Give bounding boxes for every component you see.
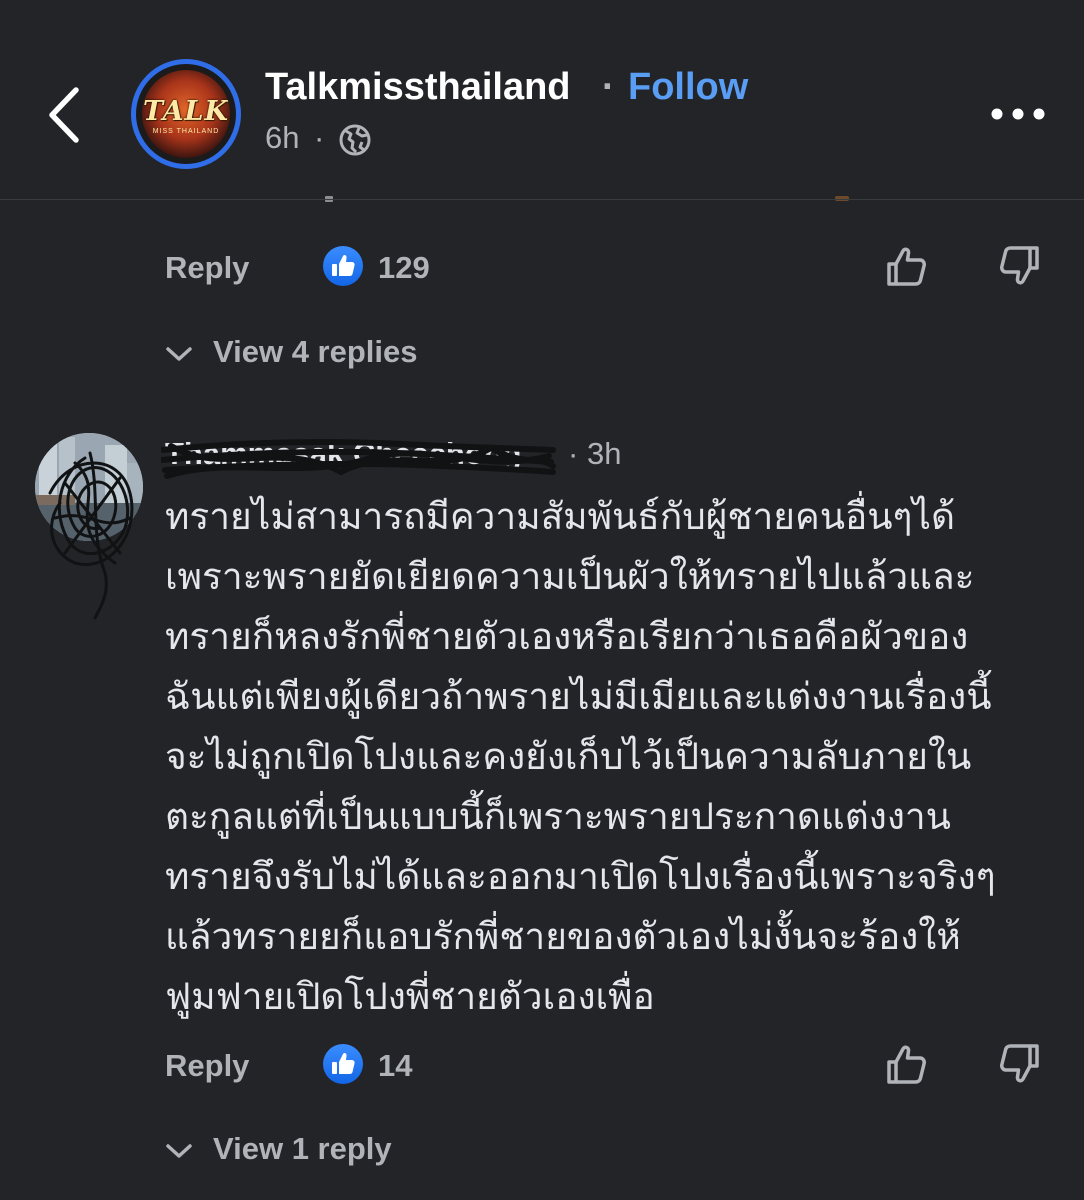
view-replies-button[interactable]: View 4 replies xyxy=(165,330,565,378)
comment-actions: Reply 129 xyxy=(0,242,1084,302)
comment-actions: Reply 14 xyxy=(0,1040,1084,1100)
reply-button[interactable]: Reply xyxy=(165,1048,249,1084)
comment-line: ทรายก็หลงรักพี่ชายตัวเองหรือเรียกว่าเธอค… xyxy=(165,615,969,658)
comment-line: จะไม่ถูกเปิดโปงและคงยังเก็บไว้เป็นความลั… xyxy=(165,735,972,778)
view-replies-label: View 4 replies xyxy=(213,334,418,369)
like-count: 14 xyxy=(378,1048,413,1083)
view-replies-button[interactable]: View 1 reply xyxy=(165,1127,565,1175)
page-name[interactable]: Talkmissthailand xyxy=(265,66,571,109)
post-age[interactable]: 6h xyxy=(265,120,299,156)
comment-time-separator: · xyxy=(568,436,579,471)
comment-body: ทรายไม่สามารถมีความสัมพันธ์กับผู้ชายคนอื… xyxy=(165,487,1065,1027)
like-count: 129 xyxy=(378,250,430,285)
comment-line: ตะกูลแต่ที่เป็นแบบนี้ก็เพราะพรายประกาดแต… xyxy=(165,795,951,838)
comment-line: แล้วทรายยก็แอบรักพี่ชายของตัวเองไม่งั้นจ… xyxy=(165,915,961,958)
logo-word: TALK xyxy=(142,96,229,127)
comment-line: ทรายจึงรับไม่ได้และออกมาเปิดโปงเรื่องนี้… xyxy=(165,855,996,898)
comment-line: ฟูมฟายเปิดโปงพี่ชายตัวเองเพื่อ xyxy=(165,975,655,1018)
chevron-down-icon xyxy=(166,1144,192,1158)
comment-age-text: 3h xyxy=(586,436,622,471)
name-redaction-scribble xyxy=(161,439,556,479)
post-header: TALK MISS THAILAND Talkmissthailand · Fo… xyxy=(0,0,1084,200)
avatar-redaction-scribble xyxy=(48,451,134,620)
time-separator: · xyxy=(314,120,325,155)
follow-button[interactable]: Follow xyxy=(628,66,748,109)
more-options-icon[interactable] xyxy=(988,96,1048,132)
reply-button[interactable]: Reply xyxy=(165,250,249,286)
like-reaction-icon xyxy=(323,246,363,286)
header-divider xyxy=(0,199,1084,200)
like-reaction-icon xyxy=(323,1044,363,1084)
comment-age: · 3h xyxy=(568,436,621,472)
thumbs-up-icon[interactable] xyxy=(883,1040,931,1088)
comment-line: ทรายไม่สามารถมีความสัมพันธ์กับผู้ชายคนอื… xyxy=(165,495,956,538)
chevron-down-icon xyxy=(166,347,192,361)
thumbs-up-icon[interactable] xyxy=(883,242,931,290)
thumbs-down-icon[interactable] xyxy=(995,1040,1043,1088)
talk-logo: TALK MISS THAILAND xyxy=(142,70,230,158)
view-replies-label: View 1 reply xyxy=(213,1131,392,1166)
logo-subtext: MISS THAILAND xyxy=(152,128,220,135)
comment-line: ฉันแต่เพียงผู้เดียวถ้าพรายไม่มีเมียและแต… xyxy=(165,675,992,718)
thumbs-down-icon[interactable] xyxy=(995,242,1043,290)
commenter-name[interactable]: Thammasak Cheechong xyxy=(161,436,565,480)
name-separator: · xyxy=(602,66,615,108)
comments-screen: TALK MISS THAILAND Talkmissthailand · Fo… xyxy=(0,0,1084,1200)
page-avatar[interactable]: TALK MISS THAILAND xyxy=(131,59,241,169)
back-chevron-icon[interactable] xyxy=(38,80,90,150)
comment-line: เพราะพรายยัดเยียดความเป็นผัวให้ทรายไปแล้… xyxy=(165,555,975,598)
globe-icon xyxy=(339,124,371,156)
